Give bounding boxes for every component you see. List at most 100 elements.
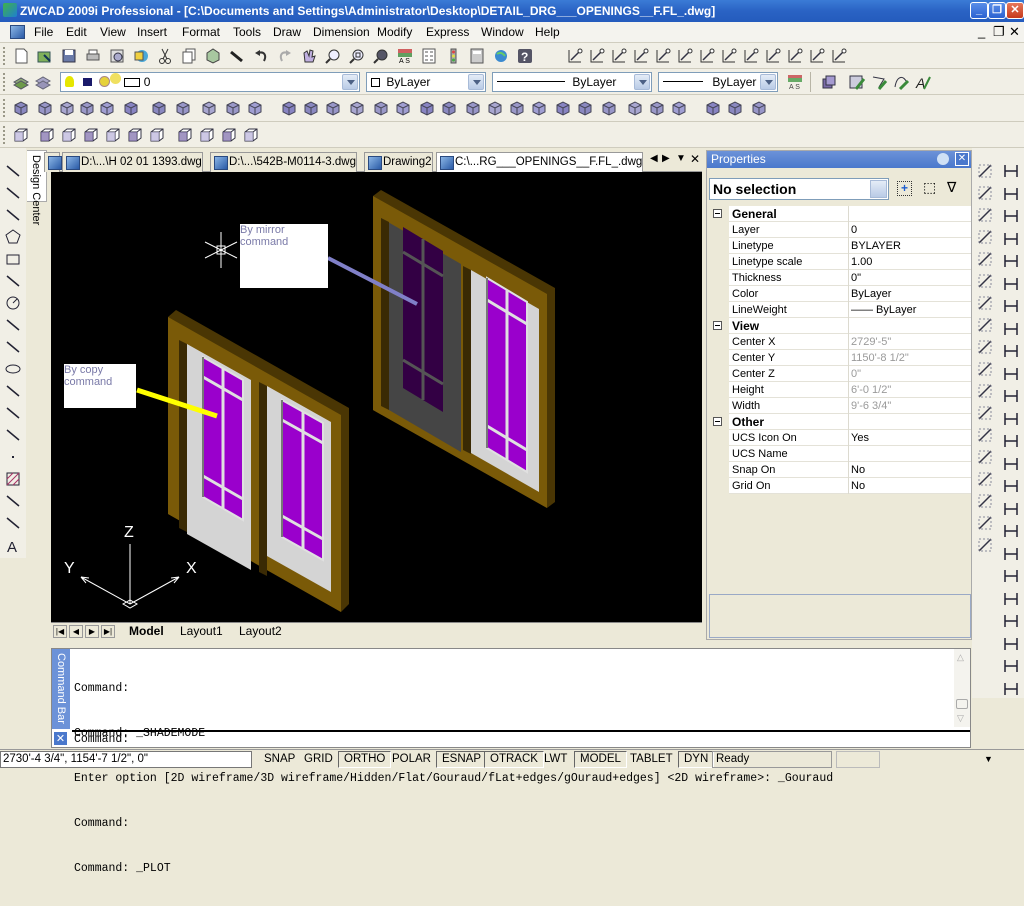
spline-icon[interactable] [4,338,22,356]
draw-order-icon[interactable] [820,73,838,91]
solid-tool-icon[interactable] [58,99,76,117]
modify-tool-icon[interactable] [976,536,994,554]
hatch-icon[interactable] [4,470,22,488]
zoom-previous-icon[interactable] [372,47,390,65]
view-preset-icon[interactable] [82,126,100,144]
solid-tool-icon[interactable] [224,99,242,117]
property-value[interactable]: 6'-0 1/2" [850,382,970,398]
select-objects-icon[interactable]: ⬚ [923,179,936,196]
table-icon[interactable] [4,514,22,532]
solid-tool-icon[interactable] [418,99,436,117]
property-row[interactable]: Thickness 0" [709,270,971,286]
solid-tool-icon[interactable] [174,99,192,117]
property-row[interactable]: Snap On No [709,462,971,478]
doc-tab[interactable]: D:\...\H 02 01 1393.dwg [62,152,203,172]
zoom-window-icon[interactable] [348,47,366,65]
redo-icon[interactable] [276,47,294,65]
property-value[interactable]: 2729'-5" [850,334,970,350]
modify-tool-icon[interactable] [976,360,994,378]
copy-annotation[interactable]: By copy command [64,364,136,408]
view-preset-icon[interactable] [126,126,144,144]
paste-icon[interactable] [204,47,222,65]
spline-edit-icon[interactable] [892,73,910,91]
tab-model[interactable]: Model [129,624,164,639]
tab-close-button[interactable]: ✕ [690,152,700,166]
zoom-realtime-icon[interactable] [324,47,342,65]
quick-select-filter-icon[interactable]: ∇ [947,179,956,196]
drawing-viewport[interactable]: By mirror command By copy command Z Y X [51,172,702,622]
dimension-tool-icon[interactable] [1002,365,1020,383]
mirror-annotation[interactable]: By mirror command [240,224,328,288]
modify-tool-icon[interactable] [976,162,994,180]
tab-layout2[interactable]: Layout2 [239,624,282,639]
status-toggle-lwt[interactable]: LWT [538,751,573,768]
menu-view[interactable]: View [100,25,126,40]
property-row[interactable]: Grid On No [709,478,971,494]
color-combo[interactable]: ByLayer [366,72,486,92]
document-icon[interactable] [10,25,25,39]
hatch-edit-icon[interactable] [848,73,866,91]
status-toggle-model[interactable]: MODEL [574,751,627,768]
print-icon[interactable] [84,47,102,65]
property-value[interactable]: No [850,478,970,494]
doc-tab-active[interactable]: C:\...RG___OPENINGS__F.FL_.dwg [436,152,644,173]
dimension-tool-icon[interactable] [1002,567,1020,585]
osnap-tool-icon[interactable] [764,47,782,65]
status-toggle-grid[interactable]: GRID [298,751,339,768]
status-toggle-polar[interactable]: POLAR [386,751,437,768]
toolbar-grip[interactable] [3,47,6,65]
osnap-tool-icon[interactable] [566,47,584,65]
menu-format[interactable]: Format [182,25,220,40]
print-preview-icon[interactable] [108,47,126,65]
modify-tool-icon[interactable] [976,184,994,202]
save-icon[interactable] [60,47,78,65]
polygon-icon[interactable] [4,228,22,246]
toolbar-grip[interactable] [3,99,6,117]
mdi-close-button[interactable]: ✕ [1009,24,1020,40]
osnap-tool-icon[interactable] [742,47,760,65]
dimension-tool-icon[interactable] [1002,320,1020,338]
layer-manager-icon[interactable] [12,73,30,91]
command-bar-label[interactable]: Command Bar [52,649,70,729]
dimension-tool-icon[interactable] [1002,162,1020,180]
doc-tab[interactable]: g [44,152,63,172]
new-icon[interactable] [12,47,30,65]
command-bar-close-button[interactable]: ✕ [53,731,68,746]
dimension-tool-icon[interactable] [1002,612,1020,630]
toggle-pickadd-icon[interactable]: + [897,181,912,196]
property-row[interactable]: UCS Icon On Yes [709,430,971,446]
solid-tool-icon[interactable] [670,99,688,117]
arc-icon[interactable] [4,272,22,290]
property-row[interactable]: Linetype scale 1.00 [709,254,971,270]
close-button[interactable]: ✕ [1006,2,1024,19]
match-properties-icon[interactable] [228,47,246,65]
view-preset-icon[interactable] [12,126,30,144]
property-value[interactable]: 9'-6 3/4" [850,398,970,414]
status-menu-icon[interactable]: ▼ [984,754,993,764]
make-block-icon[interactable] [4,426,22,444]
bulb-icon[interactable] [65,76,74,87]
chevron-down-icon[interactable] [468,74,484,90]
modify-tool-icon[interactable] [976,228,994,246]
solid-tool-icon[interactable] [726,99,744,117]
view-preset-icon[interactable] [104,126,122,144]
property-value[interactable]: 0" [850,366,970,382]
solid-tool-icon[interactable] [246,99,264,117]
undo-icon[interactable] [252,47,270,65]
status-toggle-snap[interactable]: SNAP [258,751,301,768]
dimension-tool-icon[interactable] [1002,432,1020,450]
solid-tool-icon[interactable] [530,99,548,117]
solid-tool-icon[interactable] [440,99,458,117]
solid-tool-icon[interactable] [324,99,342,117]
auto-hide-icon[interactable] [937,153,949,165]
menu-insert[interactable]: Insert [137,25,167,40]
property-value[interactable]: Yes [850,430,970,446]
chevron-down-icon[interactable] [634,74,650,90]
chevron-down-icon[interactable] [760,74,776,90]
osnap-tool-icon[interactable] [808,47,826,65]
solid-tool-icon[interactable] [750,99,768,117]
modify-tool-icon[interactable] [976,448,994,466]
sun-icon[interactable] [110,73,122,84]
dimension-tool-icon[interactable] [1002,500,1020,518]
dimension-tool-icon[interactable] [1002,297,1020,315]
